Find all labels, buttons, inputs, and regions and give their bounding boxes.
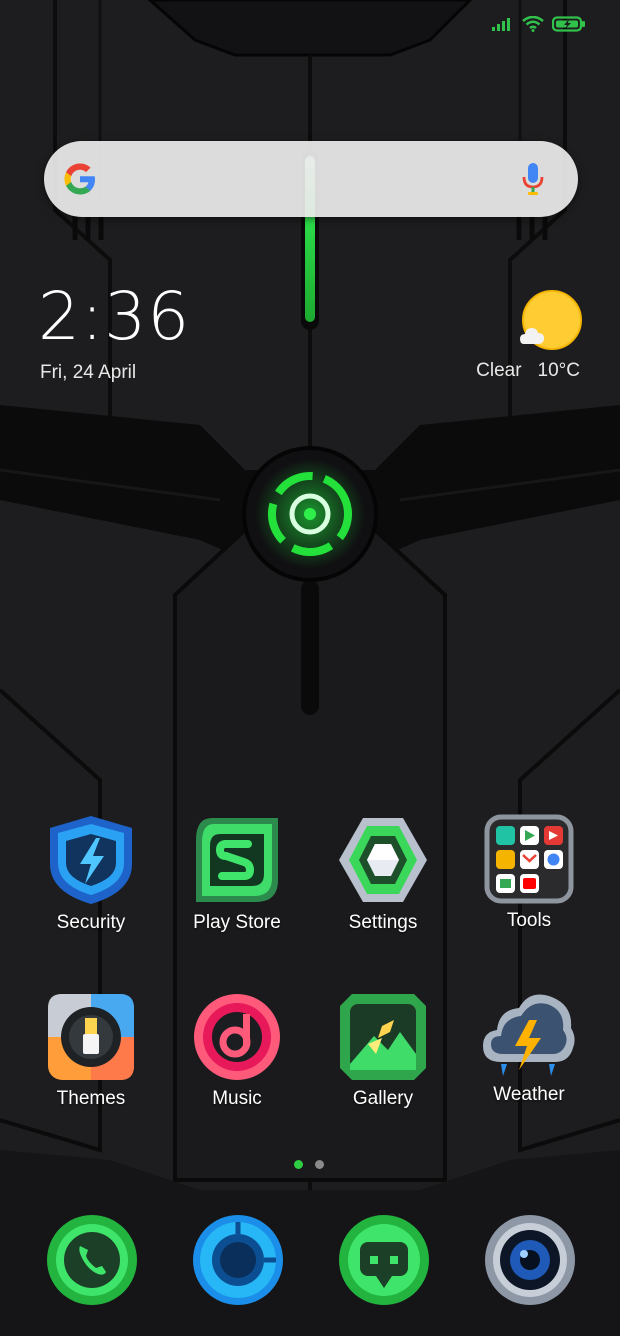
themes-brush-icon [48, 994, 134, 1080]
clock-time[interactable]: 2:36 [38, 278, 190, 355]
security-shield-icon [50, 816, 132, 904]
app-tools-folder[interactable]: Tools [464, 814, 594, 932]
weather-widget[interactable]: Clear 10°C [476, 360, 580, 382]
music-icon [194, 994, 280, 1080]
app-label: Settings [348, 912, 418, 933]
settings-hexagon-icon [339, 818, 427, 902]
gallery-icon [340, 994, 426, 1080]
app-settings[interactable]: Settings [318, 814, 448, 934]
dock-phone[interactable] [44, 1212, 140, 1308]
app-music[interactable]: Music [172, 992, 302, 1110]
app-security[interactable]: Security [26, 814, 156, 934]
app-label: Themes [56, 1088, 126, 1109]
search-input[interactable] [114, 159, 498, 201]
signal-icon [492, 18, 510, 31]
play-store-icon [196, 818, 278, 902]
app-label: Tools [506, 910, 552, 931]
app-themes[interactable]: Themes [26, 992, 156, 1110]
google-logo-icon[interactable] [62, 161, 98, 197]
wifi-icon [522, 16, 544, 32]
app-gallery[interactable]: Gallery [318, 992, 448, 1110]
page-dot-active[interactable] [294, 1160, 303, 1169]
clock-date[interactable]: Fri, 24 April [40, 362, 136, 384]
app-label: Weather [493, 1084, 565, 1105]
tools-folder-icon [484, 814, 574, 904]
dock-browser[interactable] [190, 1212, 286, 1308]
app-label: Music [212, 1088, 262, 1109]
weather-storm-icon [483, 994, 575, 1076]
dock-messages[interactable] [336, 1212, 432, 1308]
app-label: Play Store [193, 912, 281, 933]
app-weather[interactable]: Weather [464, 986, 594, 1106]
messages-icon [339, 1215, 429, 1305]
dock-camera[interactable] [482, 1212, 578, 1308]
camera-icon [485, 1215, 575, 1305]
google-search-bar[interactable] [44, 141, 578, 217]
microphone-icon[interactable] [520, 161, 546, 197]
battery-charging-icon [552, 16, 585, 32]
weather-condition: Clear [476, 360, 522, 381]
app-label: Gallery [352, 1088, 414, 1109]
sun-cloud-icon[interactable] [518, 290, 582, 354]
page-indicator[interactable] [294, 1160, 324, 1169]
page-dot[interactable] [315, 1160, 324, 1169]
weather-temperature: 10°C [537, 360, 580, 381]
browser-icon [193, 1215, 283, 1305]
app-play-store[interactable]: Play Store [172, 814, 302, 934]
app-label: Security [56, 912, 126, 933]
status-bar [492, 16, 586, 32]
phone-icon [47, 1215, 137, 1305]
